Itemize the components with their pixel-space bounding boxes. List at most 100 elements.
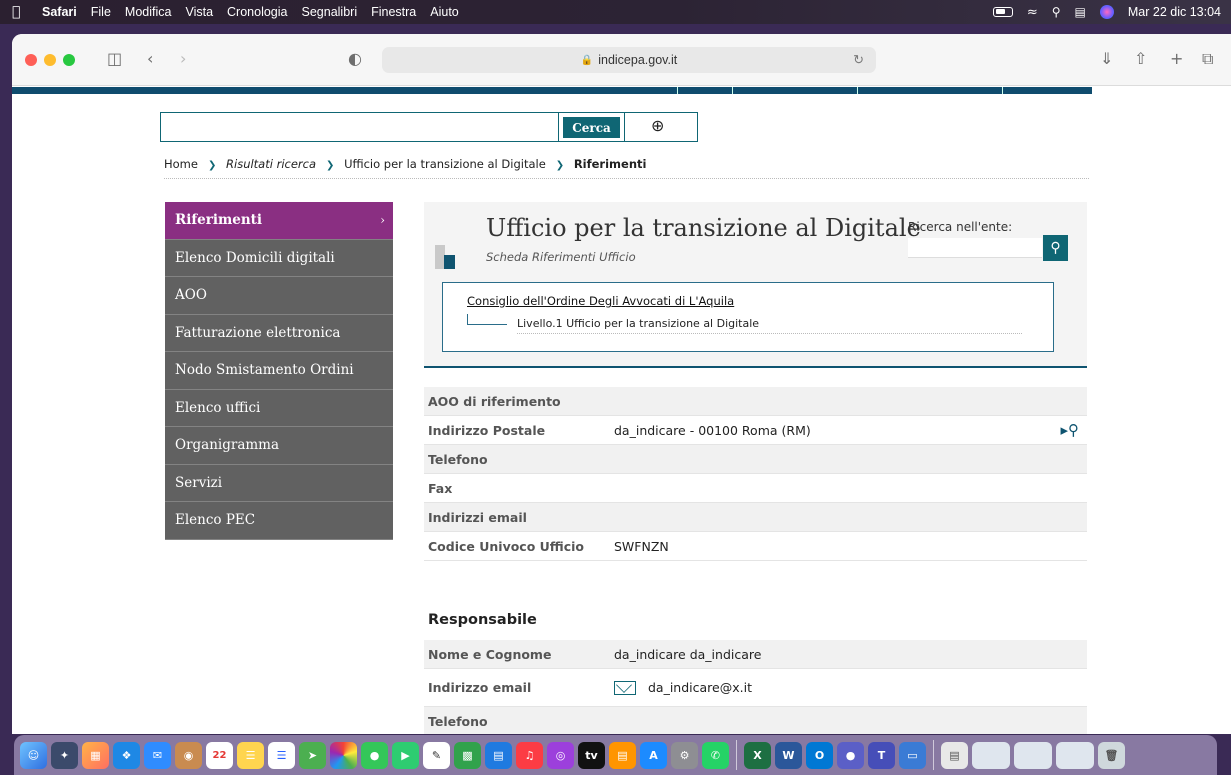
share-icon[interactable]: ⇧ bbox=[1134, 49, 1147, 68]
ricerca-ente-input[interactable] bbox=[908, 238, 1042, 258]
tab-overview-icon[interactable]: ⧉ bbox=[1202, 49, 1213, 69]
details-table: AOO di riferimento Indirizzo Postale da_… bbox=[424, 387, 1087, 561]
facetime-icon[interactable]: ▶ bbox=[392, 741, 419, 769]
new-tab-icon[interactable]: + bbox=[1170, 49, 1183, 68]
wifi-icon[interactable]: ≈ bbox=[1027, 5, 1038, 20]
menu-clock[interactable]: Mar 22 dic 13:04 bbox=[1128, 5, 1221, 19]
battery-icon[interactable] bbox=[992, 7, 1013, 17]
podcasts-icon[interactable]: ◎ bbox=[547, 741, 574, 769]
reminders-icon[interactable]: ☰ bbox=[268, 741, 295, 769]
site-search-input[interactable] bbox=[161, 113, 559, 141]
menu-aiuto[interactable]: Aiuto bbox=[430, 5, 459, 19]
row-label: Indirizzo Postale bbox=[428, 422, 546, 438]
sidebar-toggle-icon[interactable]: ◫ bbox=[107, 49, 122, 68]
numbers-icon[interactable]: ▩ bbox=[454, 741, 481, 769]
outlook-icon[interactable]: O bbox=[806, 741, 833, 769]
reload-icon[interactable]: ↻ bbox=[853, 52, 864, 68]
app-store-icon[interactable]: A bbox=[640, 741, 667, 769]
breadcrumb-office[interactable]: Ufficio per la transizione al Digitale bbox=[344, 157, 546, 171]
fullscreen-window-button[interactable] bbox=[63, 54, 75, 66]
sidebar-item-riferimenti[interactable]: Riferimenti › bbox=[165, 202, 393, 240]
word-icon[interactable]: W bbox=[775, 741, 802, 769]
sidebar-item-fatturazione[interactable]: Fatturazione elettronica bbox=[165, 314, 393, 352]
contacts-icon[interactable]: ◉ bbox=[175, 741, 202, 769]
cerca-button[interactable]: Cerca bbox=[563, 117, 620, 138]
preview-icon[interactable]: ▤ bbox=[941, 741, 968, 769]
siri-icon[interactable] bbox=[1099, 5, 1114, 19]
messages-icon[interactable]: ● bbox=[361, 741, 388, 769]
control-center-icon[interactable]: ▤ bbox=[1075, 5, 1086, 19]
top-nav-strip bbox=[12, 87, 1092, 94]
apple-menu-icon[interactable]:  bbox=[12, 4, 30, 20]
sidebar-item-servizi[interactable]: Servizi bbox=[165, 464, 393, 502]
row-label: Fax bbox=[428, 480, 453, 496]
teams-icon[interactable]: T bbox=[868, 741, 895, 769]
address-bar[interactable]: 🔒 indicepa.gov.it ↻ bbox=[382, 47, 876, 73]
system-preferences-icon[interactable]: ⚙ bbox=[671, 741, 698, 769]
address-url: indicepa.gov.it bbox=[598, 53, 678, 67]
menu-file[interactable]: File bbox=[91, 5, 111, 19]
photos-icon[interactable] bbox=[330, 741, 357, 769]
row-label: AOO di riferimento bbox=[428, 393, 561, 409]
finder-window-thumbnail-icon[interactable] bbox=[1014, 741, 1052, 769]
advanced-search-icon[interactable]: ⊕ bbox=[651, 116, 664, 135]
downloads-icon[interactable]: ⇓ bbox=[1100, 49, 1113, 68]
sidebar-item-label: Elenco Domicili digitali bbox=[175, 249, 335, 266]
trash-icon[interactable]: 🗑 bbox=[1098, 741, 1125, 769]
calendar-icon[interactable]: 22 bbox=[206, 741, 233, 769]
finder-window-thumbnail-icon[interactable] bbox=[1056, 741, 1094, 769]
email-link[interactable]: da_indicare@x.it bbox=[648, 680, 752, 695]
minimize-window-button[interactable] bbox=[44, 54, 56, 66]
sidebar-item-domicili[interactable]: Elenco Domicili digitali bbox=[165, 239, 393, 277]
mail-app-icon[interactable]: ✉ bbox=[144, 741, 171, 769]
music-icon[interactable]: ♫ bbox=[516, 741, 543, 769]
books-icon[interactable]: ▤ bbox=[609, 741, 636, 769]
finder-icon[interactable]: ☺ bbox=[20, 741, 47, 769]
sidebar-item-organigramma[interactable]: Organigramma bbox=[165, 427, 393, 465]
teams-badge-icon[interactable]: ● bbox=[837, 741, 864, 769]
remote-desktop-icon[interactable]: ▭ bbox=[899, 741, 926, 769]
freeform-icon[interactable]: ✎ bbox=[423, 741, 450, 769]
close-window-button[interactable] bbox=[25, 54, 37, 66]
site-search: Cerca ⊕ bbox=[160, 112, 698, 142]
browser-window: ◫ ‹ › ◐ 🔒 indicepa.gov.it ↻ ⇓ ⇧ + ⧉ Cerc… bbox=[12, 34, 1231, 734]
ricerca-ente-search-icon[interactable]: ⚲ bbox=[1043, 235, 1068, 261]
ricerca-ente-label: Ricerca nell'ente: bbox=[908, 220, 1013, 234]
menu-finestra[interactable]: Finestra bbox=[371, 5, 416, 19]
breadcrumb-home[interactable]: Home bbox=[164, 157, 198, 171]
table-row: Nome e Cognome da_indicare da_indicare bbox=[424, 640, 1087, 669]
launchpad-icon[interactable]: ✦ bbox=[51, 741, 78, 769]
sidebar-item-aoo[interactable]: AOO bbox=[165, 277, 393, 315]
tv-icon[interactable]: tv bbox=[578, 741, 605, 769]
whatsapp-icon[interactable]: ✆ bbox=[702, 741, 729, 769]
spotlight-search-icon[interactable]: ⚲ bbox=[1052, 5, 1061, 19]
keynote-icon[interactable]: ▤ bbox=[485, 741, 512, 769]
sidebar-item-nodo-smistamento[interactable]: Nodo Smistamento Ordini bbox=[165, 352, 393, 390]
sidebar-item-elenco-uffici[interactable]: Elenco uffici bbox=[165, 389, 393, 427]
sidebar-item-elenco-pec[interactable]: Elenco PEC bbox=[165, 502, 393, 540]
notes-icon[interactable]: ☰ bbox=[237, 741, 264, 769]
menu-modifica[interactable]: Modifica bbox=[125, 5, 172, 19]
safari-icon[interactable]: ❖ bbox=[113, 741, 140, 769]
hierarchy-box: Consiglio dell'Ordine Degli Avvocati di … bbox=[442, 282, 1054, 352]
mail-icon bbox=[614, 681, 636, 696]
back-icon[interactable]: ‹ bbox=[147, 49, 153, 68]
maps-icon[interactable]: ➤ bbox=[299, 741, 326, 769]
row-value: da_indicare - 00100 Roma (RM) bbox=[614, 422, 811, 438]
hierarchy-parent-link[interactable]: Consiglio dell'Ordine Degli Avvocati di … bbox=[467, 294, 734, 308]
excel-icon[interactable]: X bbox=[744, 741, 771, 769]
forward-icon[interactable]: › bbox=[180, 49, 186, 68]
row-label: Codice Univoco Ufficio bbox=[428, 538, 585, 554]
dock: ☺ ✦ ▦ ❖ ✉ ◉ 22 ☰ ☰ ➤ ● ▶ ✎ ▩ ▤ ♫ ◎ tv ▤ … bbox=[14, 735, 1217, 775]
map-location-icon[interactable]: ▸⚲ bbox=[1060, 421, 1079, 439]
menu-cronologia[interactable]: Cronologia bbox=[227, 5, 287, 19]
breadcrumb-results[interactable]: Risultati ricerca bbox=[226, 157, 316, 171]
menu-segnalibri[interactable]: Segnalibri bbox=[302, 5, 358, 19]
sidebar-item-label: Nodo Smistamento Ordini bbox=[175, 362, 354, 379]
sidebar-item-label: Elenco PEC bbox=[175, 512, 256, 529]
finder-window-thumbnail-icon[interactable] bbox=[972, 741, 1010, 769]
menu-app-safari[interactable]: Safari bbox=[42, 5, 77, 19]
launchpad-grid-icon[interactable]: ▦ bbox=[82, 741, 109, 769]
privacy-shield-icon[interactable]: ◐ bbox=[348, 49, 362, 68]
menu-vista[interactable]: Vista bbox=[185, 5, 213, 19]
